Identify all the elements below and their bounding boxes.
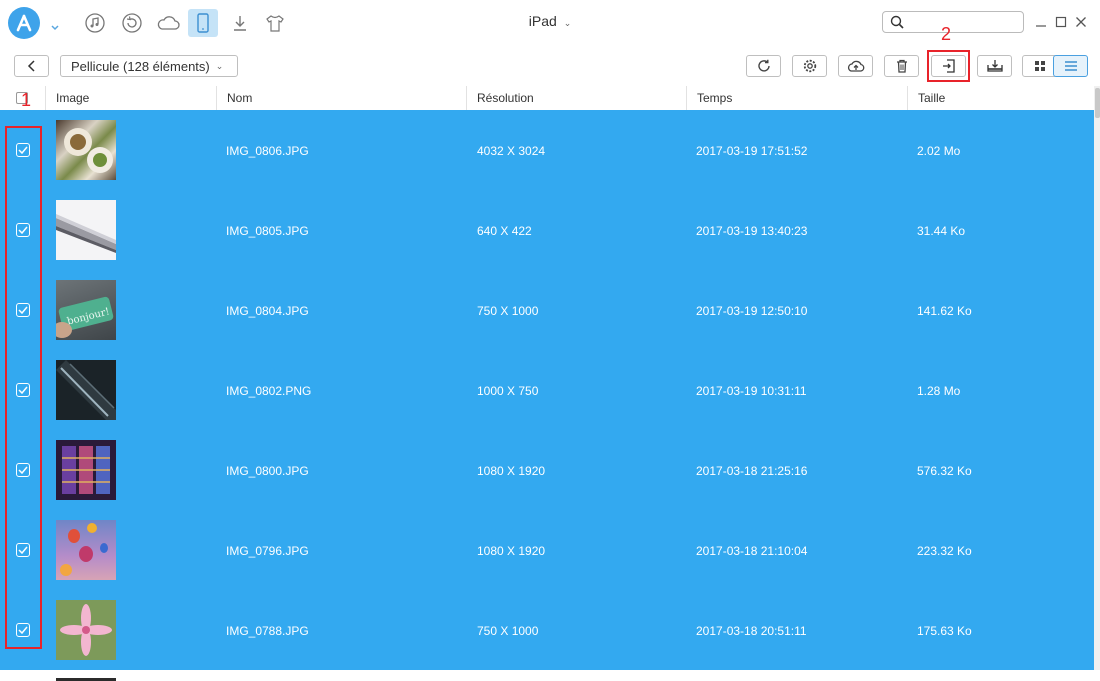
timestamp: 2017-03-19 12:50:10 [696, 304, 808, 318]
column-header-image[interactable]: Image [45, 86, 216, 110]
album-dropdown[interactable]: Pellicule (128 éléments) ⌄ [60, 55, 238, 77]
timestamp: 2017-03-18 21:10:04 [696, 544, 808, 558]
album-label: Pellicule (128 éléments) [71, 58, 210, 74]
file-size: 175.63 Ko [917, 624, 972, 638]
resolution: 640 X 422 [477, 224, 532, 238]
file-name: IMG_0802.PNG [226, 384, 312, 398]
column-header-time[interactable]: Temps [686, 86, 907, 110]
photo-thumbnail[interactable] [56, 440, 116, 500]
maximize-button[interactable] [1052, 12, 1070, 32]
chevron-down-icon[interactable] [50, 19, 60, 37]
file-size: 223.32 Ko [917, 544, 972, 558]
annotation-box-checkboxes [5, 126, 42, 649]
timestamp: 2017-03-19 17:51:52 [696, 144, 808, 158]
music-icon[interactable] [80, 9, 110, 37]
column-header-name[interactable]: Nom [216, 86, 466, 110]
photo-thumbnail[interactable] [56, 520, 116, 580]
timestamp: 2017-03-18 20:51:11 [696, 624, 807, 638]
device-selector[interactable]: iPad ⌄ [500, 13, 600, 29]
timestamp: 2017-03-19 10:31:11 [696, 384, 807, 398]
chevron-left-icon [27, 60, 35, 72]
photo-thumbnail[interactable] [56, 600, 116, 660]
grid-view-icon [1034, 61, 1045, 71]
table-row[interactable]: IMG_0802.PNG 1000 X 750 2017-03-19 10:31… [0, 350, 1094, 430]
list-view-button[interactable] [1053, 55, 1088, 77]
restore-icon[interactable] [117, 9, 147, 37]
chevron-down-icon: ⌄ [215, 60, 224, 71]
import-to-device-button[interactable] [977, 55, 1012, 77]
table-row[interactable]: IMG_0796.JPG 1080 X 1920 2017-03-18 21:1… [0, 510, 1094, 590]
refresh-button[interactable] [746, 55, 781, 77]
table-row[interactable]: IMG_0800.JPG 1080 X 1920 2017-03-18 21:2… [0, 430, 1094, 510]
download-to-device-icon [986, 60, 1003, 72]
app-logo-icon[interactable] [8, 7, 40, 39]
timestamp: 2017-03-19 13:40:23 [696, 224, 808, 238]
trash-icon [896, 59, 907, 73]
file-size: 1.28 Mo [917, 384, 961, 398]
annotation-label-1: 1 [21, 90, 32, 110]
resolution: 1080 X 1920 [477, 544, 546, 558]
chevron-down-icon: ⌄ [563, 18, 572, 28]
search-icon [890, 15, 904, 29]
gear-icon [803, 59, 816, 73]
annotation-box-export [927, 50, 970, 82]
device-title: iPad [528, 13, 557, 29]
tshirt-icon[interactable] [260, 9, 290, 37]
table-row[interactable]: bonjour! IMG_0804.JPG 750 X 1000 2017-03… [0, 270, 1094, 350]
table-row[interactable]: IMG_0788.JPG 750 X 1000 2017-03-18 20:51… [0, 590, 1094, 670]
scrollbar-thumb[interactable] [1095, 88, 1100, 118]
file-name: IMG_0796.JPG [226, 544, 309, 558]
refresh-icon [757, 59, 770, 72]
cloud-icon[interactable] [153, 9, 183, 37]
photo-thumbnail[interactable]: bonjour! [56, 280, 116, 340]
column-header-resolution[interactable]: Résolution [466, 86, 686, 110]
file-name: IMG_0806.JPG [226, 144, 309, 158]
photo-thumbnail[interactable] [56, 360, 116, 420]
photo-thumbnail[interactable] [56, 200, 116, 260]
file-name: IMG_0805.JPG [226, 224, 309, 238]
file-name: IMG_0788.JPG [226, 624, 309, 638]
file-size: 31.44 Ko [917, 224, 966, 238]
photo-thumbnail[interactable] [56, 120, 116, 180]
cloud-upload-icon [847, 60, 864, 72]
search-input[interactable] [882, 11, 1024, 33]
file-name: IMG_0800.JPG [226, 464, 309, 478]
table-header: Image Nom Résolution Temps Taille [0, 86, 1094, 111]
minimize-button[interactable] [1032, 12, 1050, 32]
grid-view-button[interactable] [1022, 55, 1057, 77]
tablet-device-icon[interactable] [188, 9, 218, 37]
file-size: 2.02 Mo [917, 144, 961, 158]
table-row[interactable]: IMG_0805.JPG 640 X 422 2017-03-19 13:40:… [0, 190, 1094, 270]
upload-to-cloud-button[interactable] [838, 55, 873, 77]
resolution: 1080 X 1920 [477, 464, 546, 478]
resolution: 1000 X 750 [477, 384, 539, 398]
resolution: 4032 X 3024 [477, 144, 546, 158]
resolution: 750 X 1000 [477, 304, 539, 318]
file-size: 576.32 Ko [917, 464, 972, 478]
timestamp: 2017-03-18 21:25:16 [696, 464, 808, 478]
table-row[interactable]: IMG_0806.JPG 4032 X 3024 2017-03-19 17:5… [0, 110, 1094, 190]
download-icon[interactable] [225, 9, 255, 37]
back-button[interactable] [14, 55, 49, 77]
scrollbar-track[interactable] [1094, 86, 1100, 670]
close-button[interactable] [1072, 12, 1090, 32]
file-size: 141.62 Ko [917, 304, 972, 318]
annotation-label-2: 2 [941, 24, 952, 44]
delete-button[interactable] [884, 55, 919, 77]
list-view-icon [1064, 61, 1077, 71]
file-name: IMG_0804.JPG [226, 304, 309, 318]
settings-button[interactable] [792, 55, 827, 77]
resolution: 750 X 1000 [477, 624, 539, 638]
column-header-size[interactable]: Taille [907, 86, 1094, 110]
